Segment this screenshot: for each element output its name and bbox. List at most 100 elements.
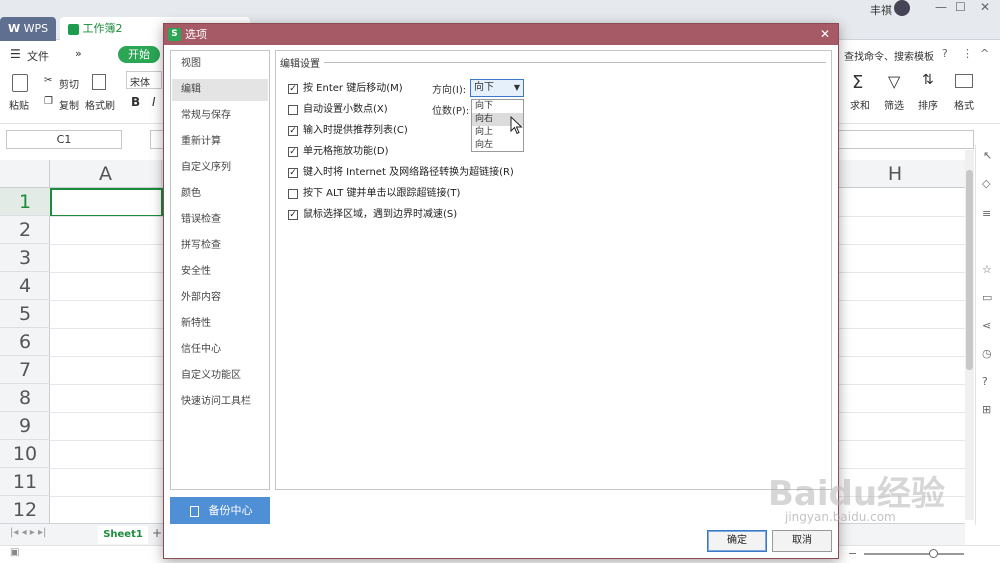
- selected-cell[interactable]: [50, 188, 163, 217]
- nav-item[interactable]: 安全性: [172, 261, 268, 283]
- dialog-title-bar[interactable]: S 选项 ✕: [164, 24, 838, 45]
- format-button[interactable]: 格式: [954, 97, 974, 112]
- scissors-icon: ✂: [44, 75, 53, 86]
- nav-item[interactable]: 自定义序列: [172, 157, 268, 179]
- paste-icon: [12, 74, 28, 92]
- close-window-icon[interactable]: ✕: [980, 0, 990, 14]
- nav-item[interactable]: 错误检查: [172, 209, 268, 231]
- copy-button[interactable]: 复制: [59, 97, 79, 112]
- row-number[interactable]: 3: [0, 244, 50, 272]
- add-sheet-button[interactable]: +: [152, 526, 162, 540]
- pointer-icon[interactable]: ↖: [983, 149, 992, 162]
- zoom-slider-thumb[interactable]: [929, 549, 938, 558]
- checkbox[interactable]: ✓: [288, 210, 298, 220]
- nav-item[interactable]: 重新计算: [172, 131, 268, 153]
- row-number[interactable]: 12: [0, 496, 50, 524]
- close-icon[interactable]: ✕: [820, 24, 830, 45]
- direction-select[interactable]: 向下 ▼: [470, 79, 524, 97]
- collapse-ribbon-icon[interactable]: ^: [980, 47, 989, 60]
- sort-icon: ⇅: [922, 72, 934, 88]
- cut-button[interactable]: 剪切: [59, 76, 79, 91]
- maximize-icon[interactable]: ☐: [955, 0, 966, 14]
- nav-item[interactable]: 常规与保存: [172, 105, 268, 127]
- bold-button[interactable]: B: [131, 95, 140, 109]
- checkbox[interactable]: ✓: [288, 147, 298, 157]
- row-number[interactable]: 6: [0, 328, 50, 356]
- macro-icon[interactable]: ▣: [10, 547, 19, 558]
- font-name-select[interactable]: 宋体: [126, 71, 162, 89]
- help-icon[interactable]: ?: [942, 47, 948, 60]
- nav-item[interactable]: 新特性: [172, 313, 268, 335]
- options-nav: 视图 编辑 常规与保存 重新计算 自定义序列 颜色 错误检查 拼写检查 安全性 …: [170, 50, 270, 490]
- ok-button[interactable]: 确定: [707, 530, 767, 552]
- minimize-icon[interactable]: —: [935, 0, 947, 14]
- nav-item[interactable]: 编辑: [172, 79, 268, 101]
- nav-item[interactable]: 外部内容: [172, 287, 268, 309]
- checkbox[interactable]: [288, 189, 298, 199]
- nav-item[interactable]: 视图: [172, 53, 268, 75]
- mouse-cursor-icon: [510, 116, 523, 135]
- sheet-tab[interactable]: Sheet1: [98, 526, 148, 544]
- shapes-icon[interactable]: ◇: [982, 177, 990, 190]
- paste-button[interactable]: 粘贴: [9, 97, 29, 112]
- history-icon[interactable]: ◷: [982, 347, 992, 360]
- nav-item[interactable]: 信任中心: [172, 339, 268, 361]
- avatar[interactable]: [894, 0, 910, 16]
- row-number[interactable]: 9: [0, 412, 50, 440]
- sum-button[interactable]: 求和: [850, 97, 870, 112]
- more-icon[interactable]: »: [75, 47, 82, 60]
- format-icon: [955, 74, 973, 88]
- checkbox[interactable]: ✓: [288, 126, 298, 136]
- row-number[interactable]: 11: [0, 468, 50, 496]
- row-number[interactable]: 5: [0, 300, 50, 328]
- name-box[interactable]: C1: [6, 130, 122, 149]
- checkbox[interactable]: ✓: [288, 168, 298, 178]
- archive-icon[interactable]: ▭: [982, 291, 992, 304]
- section-title: 编辑设置: [280, 59, 320, 70]
- dropdown-option[interactable]: 向左: [472, 139, 523, 152]
- sort-button[interactable]: 排序: [918, 97, 938, 112]
- menu-file[interactable]: 文件: [27, 48, 49, 64]
- row-number[interactable]: 8: [0, 384, 50, 412]
- vertical-scrollbar[interactable]: [965, 150, 974, 520]
- filter-button[interactable]: 筛选: [884, 97, 904, 112]
- zoom-slider[interactable]: [864, 553, 964, 555]
- italic-button[interactable]: I: [152, 95, 156, 109]
- dropdown-option[interactable]: 向下: [472, 100, 523, 113]
- apps-icon[interactable]: ⊞: [982, 403, 991, 416]
- search-command[interactable]: 查找命令、搜索模板: [844, 48, 934, 63]
- hamburger-icon[interactable]: ☰: [10, 47, 21, 61]
- column-h-header[interactable]: H: [840, 160, 950, 188]
- nav-item[interactable]: 颜色: [172, 183, 268, 205]
- direction-label: 方向(I):: [432, 85, 467, 96]
- cancel-button[interactable]: 取消: [772, 530, 832, 552]
- nav-item[interactable]: 自定义功能区: [172, 365, 268, 387]
- row-number[interactable]: 2: [0, 216, 50, 244]
- zoom-out-button[interactable]: −: [848, 547, 857, 560]
- backup-center-button[interactable]: 备份中心: [170, 497, 270, 524]
- row-number[interactable]: 4: [0, 272, 50, 300]
- star-icon[interactable]: ☆: [982, 263, 992, 276]
- format-painter-button[interactable]: 格式刷: [85, 97, 115, 112]
- digits-label: 位数(P):: [432, 106, 470, 117]
- share-icon[interactable]: ⋖: [982, 319, 991, 332]
- adjust-icon[interactable]: ≡: [982, 207, 991, 220]
- format-painter-icon: [92, 74, 106, 90]
- app-logo-icon: S: [168, 28, 181, 41]
- checkbox[interactable]: ✓: [288, 84, 298, 94]
- help-circle-icon[interactable]: ?: [982, 375, 988, 388]
- select-all-corner[interactable]: [0, 160, 50, 188]
- more-options-icon[interactable]: ⋮: [962, 47, 973, 60]
- checkbox[interactable]: [288, 105, 298, 115]
- row-number[interactable]: 10: [0, 440, 50, 468]
- nav-item[interactable]: 拼写检查: [172, 235, 268, 257]
- column-a-header[interactable]: A: [50, 160, 162, 188]
- nav-item[interactable]: 快速访问工具栏: [172, 391, 268, 413]
- dialog-title: 选项: [185, 28, 207, 41]
- row-number[interactable]: 7: [0, 356, 50, 384]
- row-number[interactable]: 1: [0, 188, 50, 216]
- tab-start[interactable]: 开始: [118, 46, 160, 63]
- tab-wps-home[interactable]: W WPS: [0, 17, 56, 41]
- options-dialog: S 选项 ✕ 视图 编辑 常规与保存 重新计算 自定义序列 颜色 错误检查 拼写…: [163, 23, 839, 559]
- sheet-nav-icon[interactable]: |◂ ◂ ▸ ▸|: [10, 527, 46, 538]
